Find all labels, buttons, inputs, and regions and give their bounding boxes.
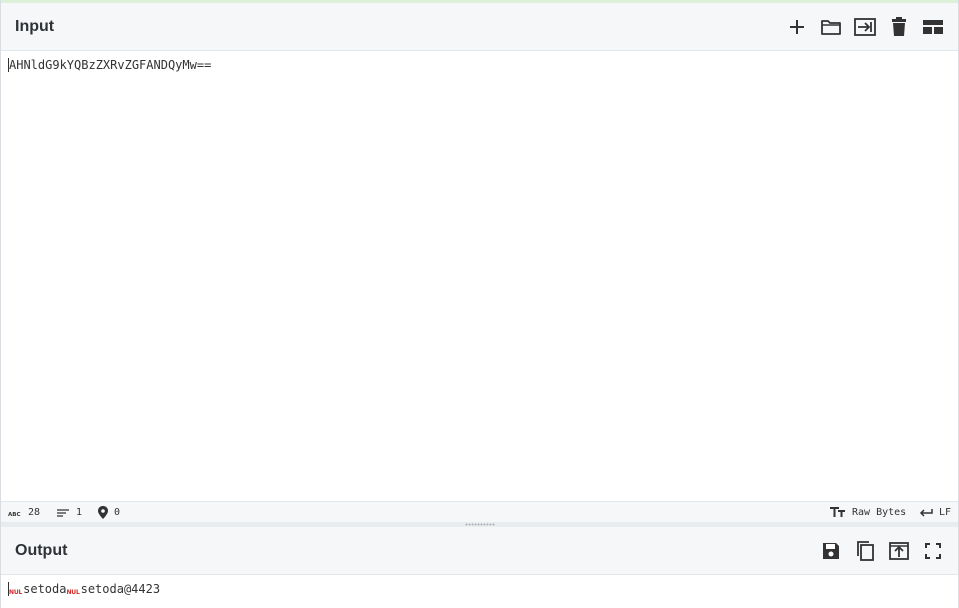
plus-icon <box>790 20 804 34</box>
output-text[interactable]: NUL setoda NUL setoda@4423 <box>8 582 160 596</box>
length-value: 28 <box>28 507 41 518</box>
output-text-area[interactable]: NUL setoda NUL setoda@4423 <box>1 575 958 608</box>
location-pin-icon <box>98 506 108 519</box>
input-toolbar <box>782 12 948 42</box>
abc-icon: ABC <box>8 512 21 517</box>
clear-input-button[interactable] <box>884 12 914 42</box>
output-toolbar <box>816 536 948 566</box>
reset-layout-button[interactable] <box>918 12 948 42</box>
layout-icon <box>923 20 943 34</box>
input-header: Input <box>1 3 958 51</box>
text-size-icon <box>830 507 845 517</box>
maximise-output-button[interactable] <box>918 536 948 566</box>
input-status-bar: ABC 28 1 0 Raw Bytes LF <box>1 501 958 522</box>
encoding-value[interactable]: Raw Bytes <box>852 507 906 518</box>
output-text-segment: setoda <box>23 582 67 596</box>
input-text-area[interactable]: AHNldG9kYQBzZXRvZGFANDQyMw== <box>1 51 958 501</box>
open-file-button[interactable] <box>850 12 880 42</box>
cyberchef-io-pane: Input AHNldG9kYQBzZXRvZGFANDQyMw== ABC 2… <box>0 0 959 608</box>
output-header: Output <box>1 527 958 575</box>
copy-output-button[interactable] <box>850 536 880 566</box>
insert-file-icon <box>854 18 876 36</box>
resize-grip[interactable] <box>465 523 495 526</box>
svg-text:ABC: ABC <box>8 512 21 517</box>
eol-value[interactable]: LF <box>939 507 951 518</box>
folder-icon <box>821 20 841 35</box>
encoding-status[interactable]: Raw Bytes <box>830 506 906 519</box>
lines-icon <box>57 508 69 517</box>
save-icon <box>823 543 839 559</box>
save-output-button[interactable] <box>816 536 846 566</box>
output-title: Output <box>15 542 68 559</box>
position-value: 0 <box>114 507 121 518</box>
open-folder-button[interactable] <box>816 12 846 42</box>
position-status: 0 <box>98 506 120 519</box>
output-text-segment: setoda@4423 <box>80 582 161 596</box>
trash-icon <box>892 17 906 36</box>
return-arrow-icon <box>919 508 933 517</box>
eol-status[interactable]: LF <box>919 506 951 519</box>
add-tab-button[interactable] <box>782 12 812 42</box>
length-status: ABC 28 <box>8 506 40 519</box>
nul-char-marker: NUL <box>9 589 23 596</box>
input-title: Input <box>15 18 55 35</box>
lines-status: 1 <box>56 506 82 519</box>
copy-icon <box>857 541 874 561</box>
replace-input-icon <box>889 542 909 560</box>
fullscreen-icon <box>925 543 941 559</box>
replace-input-button[interactable] <box>884 536 914 566</box>
lines-value: 1 <box>76 507 83 518</box>
input-text[interactable]: AHNldG9kYQBzZXRvZGFANDQyMw== <box>8 58 211 72</box>
nul-char-marker: NUL <box>66 589 80 596</box>
